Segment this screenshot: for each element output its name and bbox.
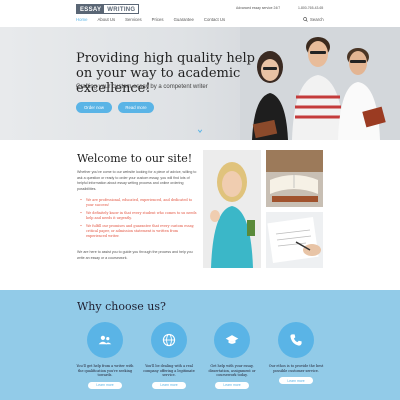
phone-number: 1-800-765-43-65 xyxy=(298,6,324,10)
feature-card: Our ethos is to provide the best possibl… xyxy=(266,322,326,385)
search-icon xyxy=(303,17,308,22)
feature-text: Our ethos is to provide the best possibl… xyxy=(268,364,324,373)
welcome-section: Welcome to our site! Whether you've come… xyxy=(0,140,400,290)
graduation-cap-icon xyxy=(225,335,239,344)
read-more-button[interactable]: Read more xyxy=(118,102,154,113)
bullet-icon: • xyxy=(80,198,82,202)
writing-photo xyxy=(266,212,323,268)
feature-icon-button[interactable] xyxy=(214,322,250,358)
feature-icon-button[interactable] xyxy=(151,322,187,358)
site-header: ESSAY WRITING Advanced essay service 24/… xyxy=(0,0,400,27)
welcome-bullet-list: • We are professional, educated, experien… xyxy=(80,198,198,242)
welcome-outro: We are here to assist you to guide you t… xyxy=(77,250,193,260)
users-icon xyxy=(98,335,112,345)
why-title: Why choose us? xyxy=(77,300,166,313)
welcome-title: Welcome to our site! xyxy=(77,152,193,165)
list-item: • We definitely know in that every studen… xyxy=(80,211,197,220)
support-text: Advanced essay service 24/7 xyxy=(236,6,281,10)
feature-text: Get help with your essay, dissertation, … xyxy=(208,364,256,378)
feature-icon-button[interactable] xyxy=(87,322,123,358)
feature-text: You'll get help from a writer with the q… xyxy=(76,364,134,378)
feature-card: You'll be dealing with a real company of… xyxy=(139,322,199,389)
student-girl-photo xyxy=(203,150,261,268)
order-now-button[interactable]: Order now xyxy=(76,102,112,113)
list-item: • We are professional, educated, experien… xyxy=(80,198,193,207)
welcome-intro: Whether you've come to our website looki… xyxy=(77,170,197,191)
search-label: Search xyxy=(310,17,324,22)
nav-prices[interactable]: Prices xyxy=(152,17,164,22)
learn-more-button[interactable]: Learn more xyxy=(279,377,313,385)
feature-card: Get help with your essay, dissertation, … xyxy=(202,322,262,389)
feature-card: You'll get help from a writer with the q… xyxy=(75,322,135,389)
chevron-down-icon[interactable] xyxy=(197,128,203,134)
learn-more-button[interactable]: Learn more xyxy=(215,381,249,389)
learn-more-button[interactable]: Learn more xyxy=(88,381,122,389)
nav-about[interactable]: About Us xyxy=(97,17,115,22)
feature-icon-button[interactable] xyxy=(278,322,314,358)
learn-more-button[interactable]: Learn more xyxy=(152,381,186,389)
search-button[interactable]: Search xyxy=(303,17,324,22)
nav-contact[interactable]: Contact Us xyxy=(204,17,225,22)
hero-subtitle: Crafting your custom essay by a competen… xyxy=(76,84,208,90)
books-photo xyxy=(266,150,323,207)
bullet-icon: • xyxy=(80,211,82,216)
logo-part2: WRITING xyxy=(104,5,139,13)
nav-guarantee[interactable]: Guarantee xyxy=(174,17,194,22)
site-logo[interactable]: ESSAY WRITING xyxy=(76,4,140,14)
phone-icon xyxy=(290,334,302,346)
hero-banner: Providing high quality help on your way … xyxy=(0,27,400,140)
why-choose-us-section: Why choose us? You'll get help from a wr… xyxy=(0,290,400,400)
feature-text: You'll be dealing with a real company of… xyxy=(143,364,195,378)
nav-home[interactable]: Home xyxy=(76,17,87,22)
bullet-icon: • xyxy=(80,224,82,229)
main-nav: Home About Us Services Prices Guarantee … xyxy=(76,17,225,22)
list-item: • We fulfill our promises and guarantee t… xyxy=(80,224,195,238)
nav-services[interactable]: Services xyxy=(125,17,141,22)
globe-icon xyxy=(162,333,176,347)
logo-part1: ESSAY xyxy=(77,5,105,13)
